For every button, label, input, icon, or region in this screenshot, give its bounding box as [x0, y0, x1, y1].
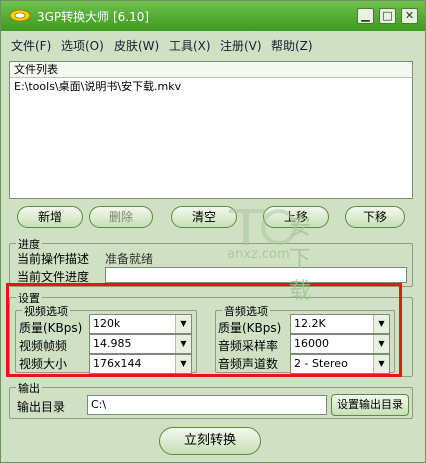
set-output-dir-button[interactable]: 设置输出目录 — [331, 394, 409, 416]
output-title: 输出 — [16, 380, 42, 396]
add-button[interactable]: 新增 — [17, 206, 83, 228]
highlight-box — [6, 283, 402, 377]
menu-bar: 文件(F) 选项(O) 皮肤(W) 工具(X) 注册(V) 帮助(Z) — [1, 35, 425, 55]
app-window: 3GP转换大师 [6.10] ▁ □ ✕ 文件(F) 选项(O) 皮肤(W) 工… — [0, 0, 426, 463]
menu-tools[interactable]: 工具(X) — [169, 37, 211, 54]
menu-file[interactable]: 文件(F) — [11, 37, 51, 54]
watermark: 安下载 anxz.com — [219, 199, 325, 304]
menu-register[interactable]: 注册(V) — [220, 37, 262, 54]
file-progress-bar — [105, 267, 407, 283]
maximize-button[interactable]: □ — [379, 8, 396, 24]
menu-help[interactable]: 帮助(Z) — [271, 37, 313, 54]
file-list-header: 文件列表 — [10, 62, 412, 78]
operation-label: 当前操作描述 — [17, 252, 90, 266]
window-title: 3GP转换大师 [6.10] — [37, 10, 150, 24]
watermark-brand: 安下载 — [289, 215, 312, 304]
watermark-domain: anxz.com — [227, 247, 290, 262]
close-button[interactable]: ✕ — [401, 8, 418, 24]
operation-status: 准备就绪 — [105, 252, 154, 266]
output-dir-label: 输出目录 — [17, 400, 66, 414]
menu-skin[interactable]: 皮肤(W) — [114, 37, 159, 54]
list-item[interactable]: E:\tools\桌面\说明书\安下载.mkv — [10, 78, 412, 96]
move-down-button[interactable]: 下移 — [345, 206, 405, 228]
convert-button[interactable]: 立刻转换 — [159, 427, 261, 455]
title-bar[interactable]: 3GP转换大师 [6.10] ▁ □ ✕ — [1, 1, 425, 31]
delete-button[interactable]: 删除 — [89, 206, 153, 228]
app-logo-icon — [9, 9, 31, 22]
output-dir-input[interactable]: C:\ — [87, 395, 327, 415]
menu-options[interactable]: 选项(O) — [61, 37, 104, 54]
file-list[interactable]: 文件列表 E:\tools\桌面\说明书\安下载.mkv — [9, 61, 413, 199]
minimize-button[interactable]: ▁ — [357, 8, 374, 24]
